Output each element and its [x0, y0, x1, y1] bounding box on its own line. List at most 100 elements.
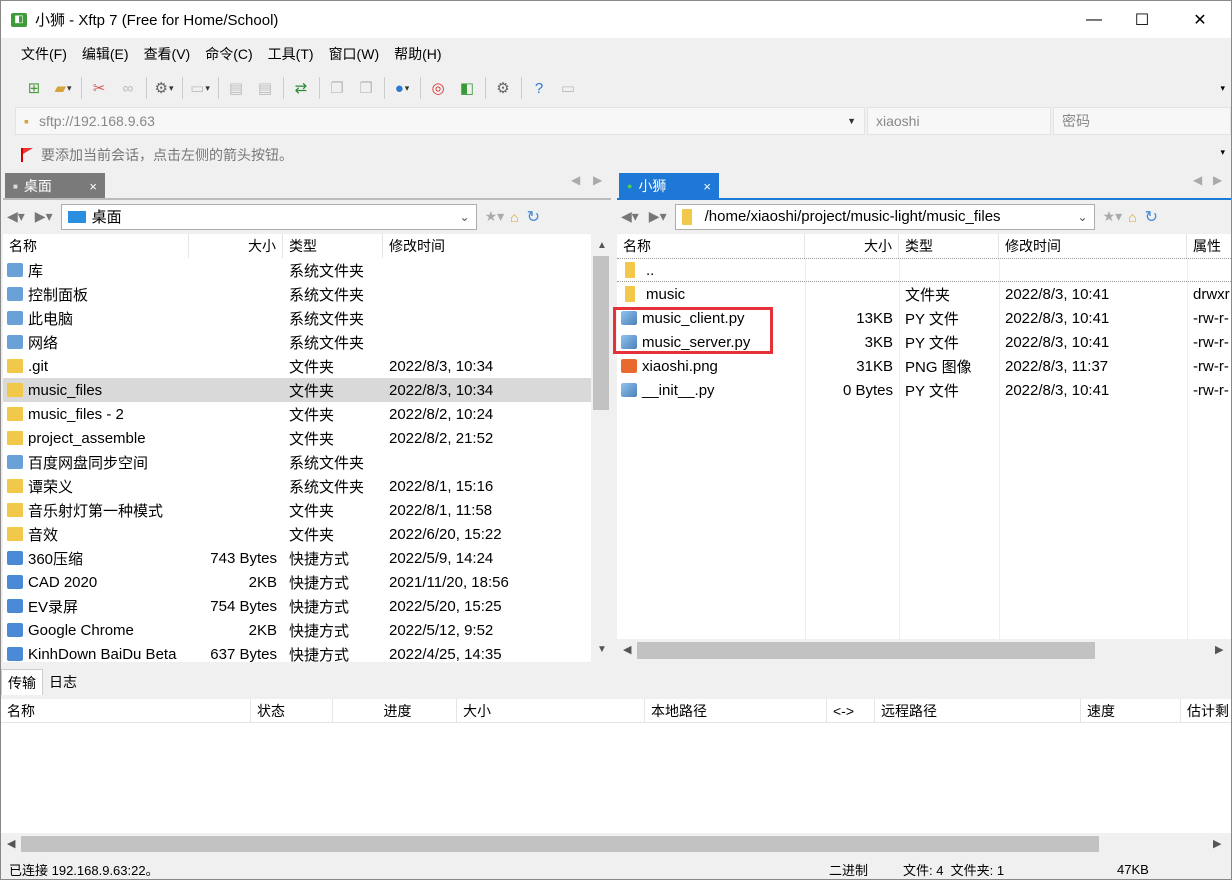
xftp-new-icon[interactable]: ◧ [456, 77, 478, 99]
col-eta[interactable]: 估计剩 [1181, 699, 1231, 723]
password-field[interactable]: 密码 [1053, 107, 1231, 135]
hint-overflow-icon[interactable]: ▾ [1220, 147, 1225, 158]
col-name[interactable]: 名称 [617, 234, 805, 258]
close-button[interactable]: ✕ [1177, 1, 1223, 38]
xshell-icon[interactable]: ◎ [427, 77, 449, 99]
host-url-field[interactable]: ▪ sftp://192.168.9.63 ▼ [15, 107, 865, 135]
tab-scroll-right-icon[interactable]: ▶ [1213, 173, 1222, 187]
file-row[interactable]: 网络 系统文件夹 [3, 330, 591, 354]
left-path-field[interactable]: 桌面 ⌄ [60, 203, 477, 230]
view-icon[interactable]: ▭ [189, 77, 211, 99]
tab-desktop[interactable]: ■ 桌面 × [5, 173, 105, 199]
tab-scroll-left-icon[interactable]: ◀ [1193, 173, 1202, 187]
comment-icon[interactable]: ▭ [557, 77, 579, 99]
col-size[interactable]: 大小 [805, 234, 899, 258]
tab-scroll-right-icon[interactable]: ▶ [593, 173, 602, 187]
disconnect-icon[interactable]: ✂ [88, 77, 110, 99]
scroll-right-icon[interactable]: ▶ [1213, 837, 1221, 850]
tab-transfer[interactable]: 传输 [1, 669, 43, 695]
menu-window[interactable]: 窗口(W) [329, 44, 380, 64]
upload-icon[interactable]: ▤ [225, 77, 247, 99]
tab-log[interactable]: 日志 [43, 669, 83, 695]
sync-icon[interactable]: ⇄ [290, 77, 312, 99]
settings-gear-icon[interactable]: ⚙ [492, 77, 514, 99]
favorite-star-icon[interactable]: ★▾ [1103, 208, 1123, 225]
menu-file[interactable]: 文件(F) [21, 44, 67, 64]
forward-arrow-icon[interactable]: ▶▾ [35, 208, 53, 225]
minimize-button[interactable]: — [1071, 1, 1117, 38]
file-row[interactable]: 控制面板 系统文件夹 [3, 282, 591, 306]
col-remote-path[interactable]: 远程路径 [875, 698, 1081, 723]
menu-edit[interactable]: 编辑(E) [82, 44, 129, 64]
session-properties-icon[interactable]: ⚙ [153, 77, 175, 99]
file-row[interactable]: music_files 文件夹 2022/8/3, 10:34 [3, 378, 591, 402]
file-row[interactable]: xiaoshi.png 31KB PNG 图像 2022/8/3, 11:37 -rw-… [617, 354, 1231, 378]
refresh-icon[interactable]: ↻ [1145, 207, 1158, 227]
reconnect-icon[interactable]: ∞ [117, 77, 139, 99]
home-icon[interactable]: ⌂ [1128, 209, 1136, 225]
left-vertical-scrollbar[interactable]: ▲ ▼ [591, 234, 611, 662]
col-direction[interactable]: <-> [827, 698, 875, 723]
right-horizontal-scrollbar[interactable]: ◀ ▶ [617, 639, 1231, 662]
tab-close-icon[interactable]: × [703, 179, 711, 194]
tab-close-icon[interactable]: × [89, 179, 97, 194]
scroll-up-icon[interactable]: ▲ [597, 240, 607, 251]
file-row[interactable]: Google Chrome 2KB 快捷方式 2022/5/12, 9:52 [3, 618, 591, 642]
refresh-icon[interactable]: ↻ [527, 207, 540, 227]
file-row[interactable]: 此电脑 系统文件夹 [3, 306, 591, 330]
flag-icon[interactable] [21, 148, 33, 162]
file-row[interactable]: 音乐射灯第一种模式 文件夹 2022/8/1, 11:58 [3, 498, 591, 522]
file-row[interactable]: __init__.py 0 Bytes PY 文件 2022/8/3, 10:41 -r… [617, 378, 1231, 402]
maximize-button[interactable]: ☐ [1119, 1, 1165, 38]
col-type[interactable]: 类型 [899, 234, 999, 258]
file-row[interactable]: 库 系统文件夹 [3, 258, 591, 282]
col-progress[interactable]: 进度 [333, 698, 457, 723]
scroll-thumb[interactable] [637, 642, 1095, 659]
scroll-thumb[interactable] [593, 256, 609, 410]
help-icon[interactable]: ? [528, 77, 550, 99]
file-row[interactable]: 360压缩 743 Bytes 快捷方式 2022/5/9, 14:24 [3, 546, 591, 570]
col-modified[interactable]: 修改时间 [999, 234, 1187, 258]
chevron-down-icon[interactable]: ⌄ [460, 210, 470, 224]
file-row[interactable]: music_client.py 13KB PY 文件 2022/8/3, 10:41 -… [617, 306, 1231, 330]
open-folder-icon[interactable]: ▰ [52, 77, 74, 99]
file-row[interactable]: music_files - 2 文件夹 2022/8/2, 10:24 [3, 402, 591, 426]
download-icon[interactable]: ▤ [254, 77, 276, 99]
col-speed[interactable]: 速度 [1081, 698, 1181, 723]
file-row[interactable]: CAD 2020 2KB 快捷方式 2021/11/20, 18:56 [3, 570, 591, 594]
col-attributes[interactable]: 属性 [1187, 234, 1231, 258]
menu-view[interactable]: 查看(V) [144, 44, 191, 64]
tab-scroll-left-icon[interactable]: ◀ [571, 173, 580, 187]
right-path-field[interactable]: /home/xiaoshi/project/music-light/music_… [674, 203, 1095, 230]
back-arrow-icon[interactable]: ◀▾ [7, 208, 25, 225]
menu-tools[interactable]: 工具(T) [268, 44, 314, 64]
file-row[interactable]: 谭荣义 系统文件夹 2022/8/1, 15:16 [3, 474, 591, 498]
chevron-down-icon[interactable]: ▼ [847, 116, 856, 126]
col-name[interactable]: 名称 [3, 234, 189, 258]
new-session-icon[interactable]: ⊞ [23, 77, 45, 99]
scroll-right-icon[interactable]: ▶ [1215, 643, 1223, 656]
scroll-left-icon[interactable]: ◀ [7, 837, 15, 850]
forward-arrow-icon[interactable]: ▶▾ [649, 208, 667, 225]
file-row[interactable]: .git 文件夹 2022/8/3, 10:34 [3, 354, 591, 378]
scroll-thumb[interactable] [21, 836, 1099, 852]
col-local-path[interactable]: 本地路径 [645, 698, 827, 723]
file-row[interactable]: music 文件夹 2022/8/3, 10:41 drwxr [617, 282, 1231, 306]
col-transfer-name[interactable]: 名称 [1, 698, 251, 723]
scroll-down-icon[interactable]: ▼ [597, 644, 607, 655]
col-status[interactable]: 状态 [251, 698, 333, 723]
menu-help[interactable]: 帮助(H) [394, 44, 441, 64]
copy-icon[interactable]: ❐ [326, 77, 348, 99]
globe-icon[interactable]: ● [391, 77, 413, 99]
col-size[interactable]: 大小 [189, 234, 283, 258]
col-transfer-size[interactable]: 大小 [457, 698, 645, 723]
back-arrow-icon[interactable]: ◀▾ [621, 208, 639, 225]
toolbar-overflow-icon[interactable]: ▾ [1220, 83, 1225, 94]
col-type[interactable]: 类型 [283, 234, 383, 258]
transfer-horizontal-scrollbar[interactable]: ◀ ▶ [1, 833, 1231, 855]
file-row[interactable]: project_assemble 文件夹 2022/8/2, 21:52 [3, 426, 591, 450]
favorite-star-icon[interactable]: ★▾ [485, 208, 505, 225]
file-row[interactable]: music_server.py 3KB PY 文件 2022/8/3, 10:41 -r… [617, 330, 1231, 354]
tab-xiaoshi[interactable]: ● 小狮 × [619, 173, 719, 199]
paste-icon[interactable]: ❐ [355, 77, 377, 99]
